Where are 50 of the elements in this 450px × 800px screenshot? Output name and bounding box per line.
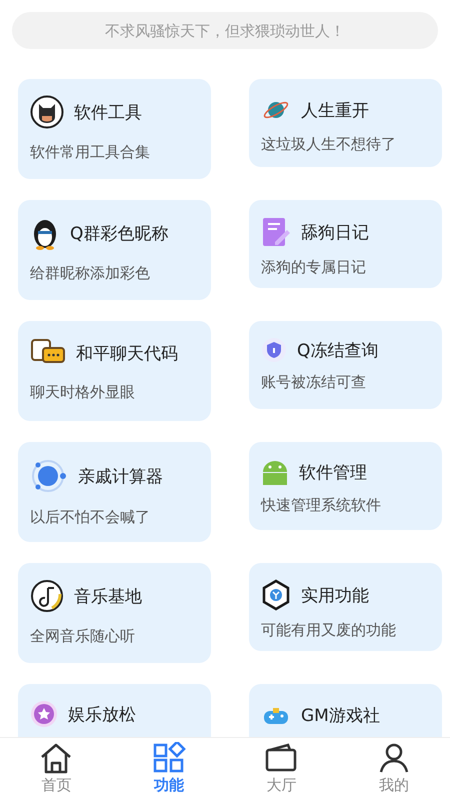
card-subtitle: 聊天时格外显眼	[30, 383, 136, 402]
nav-tab[interactable]: 首页	[0, 738, 112, 800]
card-title: 亲戚计算器	[78, 466, 163, 488]
card-title: Q群彩色昵称	[70, 222, 168, 244]
nav-tab[interactable]: 功能	[112, 738, 225, 800]
feature-card[interactable]: 软件管理 快速管理系统软件	[249, 442, 442, 530]
feature-card[interactable]: 舔狗日记 添狗的专属日记	[249, 200, 442, 288]
feature-card[interactable]: 和平聊天代码 聊天时格外显眼	[18, 321, 211, 421]
card-subtitle: 软件常用工具合集	[30, 143, 151, 162]
card-title: 人生重开	[301, 100, 369, 122]
card-title: Q冻结查询	[297, 340, 378, 362]
star-badge-icon	[30, 700, 58, 728]
card-subtitle: 账号被冻结可查	[261, 373, 367, 392]
card-title: GM游戏社	[301, 704, 380, 726]
feature-card[interactable]: 软件工具 软件常用工具合集	[18, 79, 211, 179]
feature-card[interactable]: 人生重开 这垃圾人生不想待了	[249, 79, 442, 167]
card-subtitle: 以后不怕不会喊了	[30, 508, 151, 527]
hexagon-icon	[261, 579, 291, 611]
card-subtitle: 快速管理系统软件	[261, 496, 382, 515]
feature-card[interactable]: Q冻结查询 账号被冻结可查	[249, 321, 442, 409]
wallet-icon	[264, 742, 298, 774]
card-subtitle: 可能有用又废的功能	[261, 621, 397, 640]
apps-grid-icon	[152, 742, 186, 774]
feature-card[interactable]: 实用功能 可能有用又废的功能	[249, 563, 442, 651]
card-title: 音乐基地	[74, 586, 142, 608]
card-title: 娱乐放松	[68, 704, 136, 726]
card-title: 和平聊天代码	[76, 342, 178, 364]
nav-tab[interactable]: 大厅	[225, 738, 338, 800]
home-icon	[39, 742, 74, 774]
feature-card[interactable]: 音乐基地 全网音乐随心听	[18, 563, 211, 663]
nav-tab[interactable]: 我的	[338, 738, 450, 800]
card-title: 软件工具	[74, 102, 142, 124]
search-field[interactable]: 不求风骚惊天下，但求猥琐动世人！	[12, 12, 438, 49]
card-title: 软件管理	[299, 462, 367, 484]
note-pencil-icon	[261, 216, 291, 248]
card-title: 实用功能	[301, 584, 369, 606]
card-subtitle: 添狗的专属日记	[261, 258, 367, 277]
android-icon	[261, 458, 289, 486]
card-subtitle: 这垃圾人生不想待了	[261, 135, 397, 154]
feature-card[interactable]: GM游戏社	[249, 684, 442, 737]
feature-card[interactable]: 亲戚计算器 以后不怕不会喊了	[18, 442, 211, 542]
card-title: 舔狗日记	[301, 222, 369, 244]
music-note-icon	[30, 579, 64, 613]
feature-card[interactable]: 娱乐放松	[18, 684, 211, 737]
feature-card[interactable]: Q群彩色昵称 给群昵称添加彩色	[18, 200, 211, 300]
orbit-icon	[30, 458, 68, 494]
card-subtitle: 全网音乐随心听	[30, 627, 136, 646]
mask-face-icon	[30, 95, 64, 129]
shield-icon	[261, 337, 287, 363]
card-subtitle: 给群昵称添加彩色	[30, 264, 151, 283]
